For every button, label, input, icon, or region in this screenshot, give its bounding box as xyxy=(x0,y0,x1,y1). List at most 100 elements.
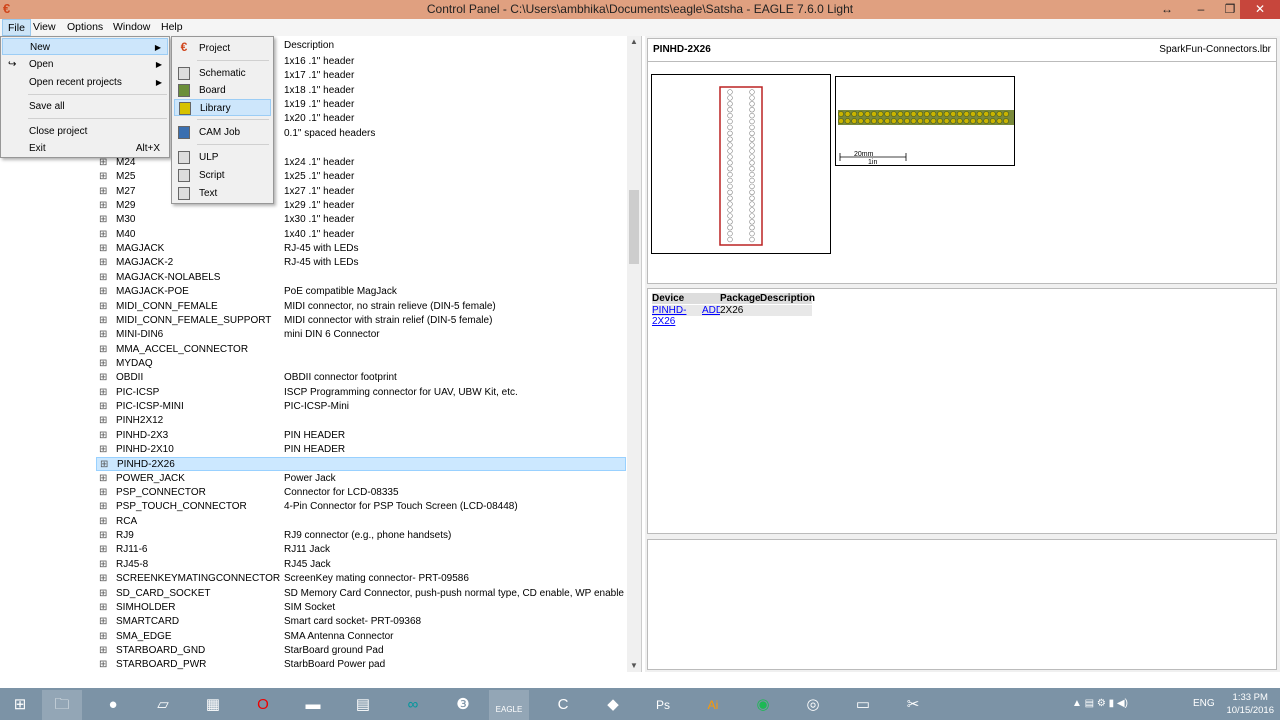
remote-desktop-icon[interactable]: ▭ xyxy=(843,690,883,720)
list-item-name: M29 xyxy=(116,200,136,212)
pin-mark xyxy=(749,148,755,154)
list-item[interactable]: ⊞ MIDI_CONN_FEMALE MIDI connector, no stra… xyxy=(96,300,626,314)
list-item[interactable]: ⊞ OBDII OBDII connector footprint xyxy=(96,371,626,385)
list-item[interactable]: ⊞ STARBOARD_PWR StarbBoard Power pad xyxy=(96,658,626,672)
list-item[interactable]: ⊞ MYDAQ xyxy=(96,357,626,371)
notes-icon[interactable]: ▱ xyxy=(143,690,183,720)
new-schematic-item[interactable]: Schematic xyxy=(174,65,271,82)
new-project-item[interactable]: € Project xyxy=(174,40,271,57)
file-menu-open-recent[interactable]: Open recent projects ▶ xyxy=(2,74,168,91)
list-item[interactable]: ⊞ SCREENKEYMATINGCONNECTOR ScreenKey matin… xyxy=(96,572,626,586)
list-item[interactable]: ⊞ PIC-ICSP-MINI PIC-ICSP-Mini xyxy=(96,400,626,414)
file-menu-exit[interactable]: Exit Alt+X xyxy=(2,140,168,157)
scrollbar-thumb[interactable] xyxy=(629,190,639,264)
list-item[interactable]: ⊞ M30 1x30 .1" header xyxy=(96,213,626,227)
menu-options[interactable]: Options xyxy=(62,19,108,36)
list-item[interactable]: ⊞ PSP_CONNECTOR Connector for LCD-08335 xyxy=(96,486,626,500)
start-button[interactable]: ⊞ xyxy=(0,690,40,720)
chrome-icon[interactable]: ◎ xyxy=(793,690,833,720)
file-explorer-icon[interactable]: 🗀 xyxy=(42,690,82,720)
list-item-description: 1x16 .1" header xyxy=(284,56,355,67)
file-menu-close-project[interactable]: Close project xyxy=(2,123,168,140)
language-indicator[interactable]: ENG xyxy=(1193,688,1215,720)
task-manager-icon[interactable]: ▦ xyxy=(193,690,233,720)
menu-window[interactable]: Window xyxy=(108,19,155,36)
p3-icon[interactable]: ❸ xyxy=(443,690,483,720)
new-ulp-item[interactable]: ULP xyxy=(174,149,271,166)
resize-icon[interactable]: ↔ xyxy=(1152,0,1182,19)
minimize-button[interactable]: – xyxy=(1186,0,1216,19)
list-item-description: SMA Antenna Connector xyxy=(284,630,394,642)
list-item-description: ISCP Programming connector for UAV, UBW … xyxy=(284,386,518,398)
menu-view[interactable]: View xyxy=(28,19,61,36)
list-item[interactable]: ⊞ SIMHOLDER SIM Socket xyxy=(96,601,626,615)
new-cam-job-item[interactable]: CAM Job xyxy=(174,124,271,141)
new-board-item[interactable]: Board xyxy=(174,82,271,99)
new-library-item[interactable]: Library xyxy=(174,99,271,116)
file-menu-new[interactable]: New ▶ xyxy=(2,38,168,55)
list-item[interactable]: ⊞ RCA xyxy=(96,515,626,529)
clock[interactable]: 1:33 PM 10/15/2016 xyxy=(1226,691,1274,717)
list-item[interactable]: ⊞ SMA_EDGE SMA Antenna Connector xyxy=(96,630,626,644)
menu-separator xyxy=(28,118,167,119)
pad-mark xyxy=(864,118,871,124)
pin-mark xyxy=(749,195,755,201)
list-item[interactable]: ⊞ SMARTCARD Smart card socket- PRT-09368 xyxy=(96,615,626,629)
list-item[interactable]: ⊞ PSP_TOUCH_CONNECTOR 4-Pin Connector for … xyxy=(96,500,626,514)
scroll-up-icon[interactable]: ▲ xyxy=(627,36,641,48)
list-item[interactable]: ⊞ PINHD-2X26 xyxy=(96,457,626,472)
list-item[interactable]: ⊞ PINH2X12 xyxy=(96,414,626,428)
inkscape-icon[interactable]: ◆ xyxy=(593,690,633,720)
eagle-taskbar-icon[interactable]: EAGLE xyxy=(489,690,529,720)
list-item[interactable]: ⊞ MAGJACK-POE PoE compatible MagJack xyxy=(96,285,626,299)
menu-help[interactable]: Help xyxy=(156,19,188,36)
list-item[interactable]: ⊞ MAGJACK-NOLABELS xyxy=(96,271,626,285)
new-script-item[interactable]: Script xyxy=(174,167,271,184)
device-icon: ⊞ xyxy=(99,271,108,283)
pin-mark xyxy=(727,160,733,166)
symbol-preview[interactable] xyxy=(651,74,831,254)
list-item[interactable]: ⊞ MINI-DIN6 mini DIN 6 Connector xyxy=(96,328,626,342)
package-value: 2X26 xyxy=(720,305,812,316)
list-item[interactable]: ⊞ POWER_JACK Power Jack xyxy=(96,472,626,486)
list-item[interactable]: ⊞ PIC-ICSP ISCP Programming connector for … xyxy=(96,386,626,400)
spotify-icon[interactable]: ◉ xyxy=(743,690,783,720)
illustrator-icon[interactable]: Ai xyxy=(693,690,733,720)
list-item-description: RJ-45 with LEDs xyxy=(284,243,359,255)
photoshop-icon[interactable]: Ps xyxy=(643,690,683,720)
tray-icons[interactable]: ▲ ▤ ⚙ ▮ ◀) xyxy=(1072,688,1128,720)
list-item[interactable]: ⊞ RJ45-8 RJ45 Jack xyxy=(96,558,626,572)
list-item[interactable]: ⊞ MAGJACK-2 RJ-45 with LEDs xyxy=(96,256,626,270)
footprint-preview[interactable]: 20mm 1in xyxy=(835,76,1015,166)
command-prompt-icon[interactable]: ▬ xyxy=(293,690,333,720)
scroll-down-icon[interactable]: ▼ xyxy=(627,660,641,672)
list-item[interactable]: ⊞ PINHD-2X10 PIN HEADER xyxy=(96,443,626,457)
file-menu-open[interactable]: ↪ Open ▶ xyxy=(2,56,168,73)
list-item[interactable]: ⊞ SD_CARD_SOCKET SD Memory Card Connector,… xyxy=(96,587,626,601)
list-item[interactable]: ⊞ RJ11-6 RJ11 Jack xyxy=(96,543,626,557)
close-button[interactable]: ✕ xyxy=(1240,0,1280,19)
list-item[interactable]: ⊞ MMA_ACCEL_CONNECTOR xyxy=(96,343,626,357)
device-link[interactable]: PINHD-2X26 xyxy=(652,305,686,327)
menu-file[interactable]: File xyxy=(2,19,31,36)
opera-icon[interactable]: O xyxy=(243,690,283,720)
list-scrollbar[interactable]: ▲ ▼ xyxy=(627,36,641,672)
list-item[interactable]: ⊞ PINHD-2X3 PIN HEADER xyxy=(96,429,626,443)
arduino-icon[interactable]: ∞ xyxy=(393,690,433,720)
list-item[interactable]: ⊞ M40 1x40 .1" header xyxy=(96,228,626,242)
list-item-name: RJ11-6 xyxy=(116,544,148,556)
snipping-tool-icon[interactable]: ✂ xyxy=(893,690,933,720)
new-text-item[interactable]: Text xyxy=(174,185,271,202)
list-item[interactable]: ⊞ MAGJACK RJ-45 with LEDs xyxy=(96,242,626,256)
list-item[interactable]: ⊞ STARBOARD_GND StarBoard ground Pad xyxy=(96,644,626,658)
list-item[interactable]: ⊞ RJ9 RJ9 connector (e.g., phone handsets) xyxy=(96,529,626,543)
c-app-icon[interactable]: C xyxy=(543,690,583,720)
file-menu-save-all[interactable]: Save all xyxy=(2,98,168,115)
list-item-name: SMARTCARD xyxy=(116,616,180,628)
list-item[interactable]: ⊞ MIDI_CONN_FEMALE_SUPPORT MIDI connector … xyxy=(96,314,626,328)
description-column-header[interactable]: Description xyxy=(284,40,334,51)
pad-mark xyxy=(884,118,891,124)
calculator-icon[interactable]: ▤ xyxy=(343,690,383,720)
list-item-name: PIC-ICSP-MINI xyxy=(116,400,184,412)
firefox-icon[interactable]: ● xyxy=(93,690,133,720)
